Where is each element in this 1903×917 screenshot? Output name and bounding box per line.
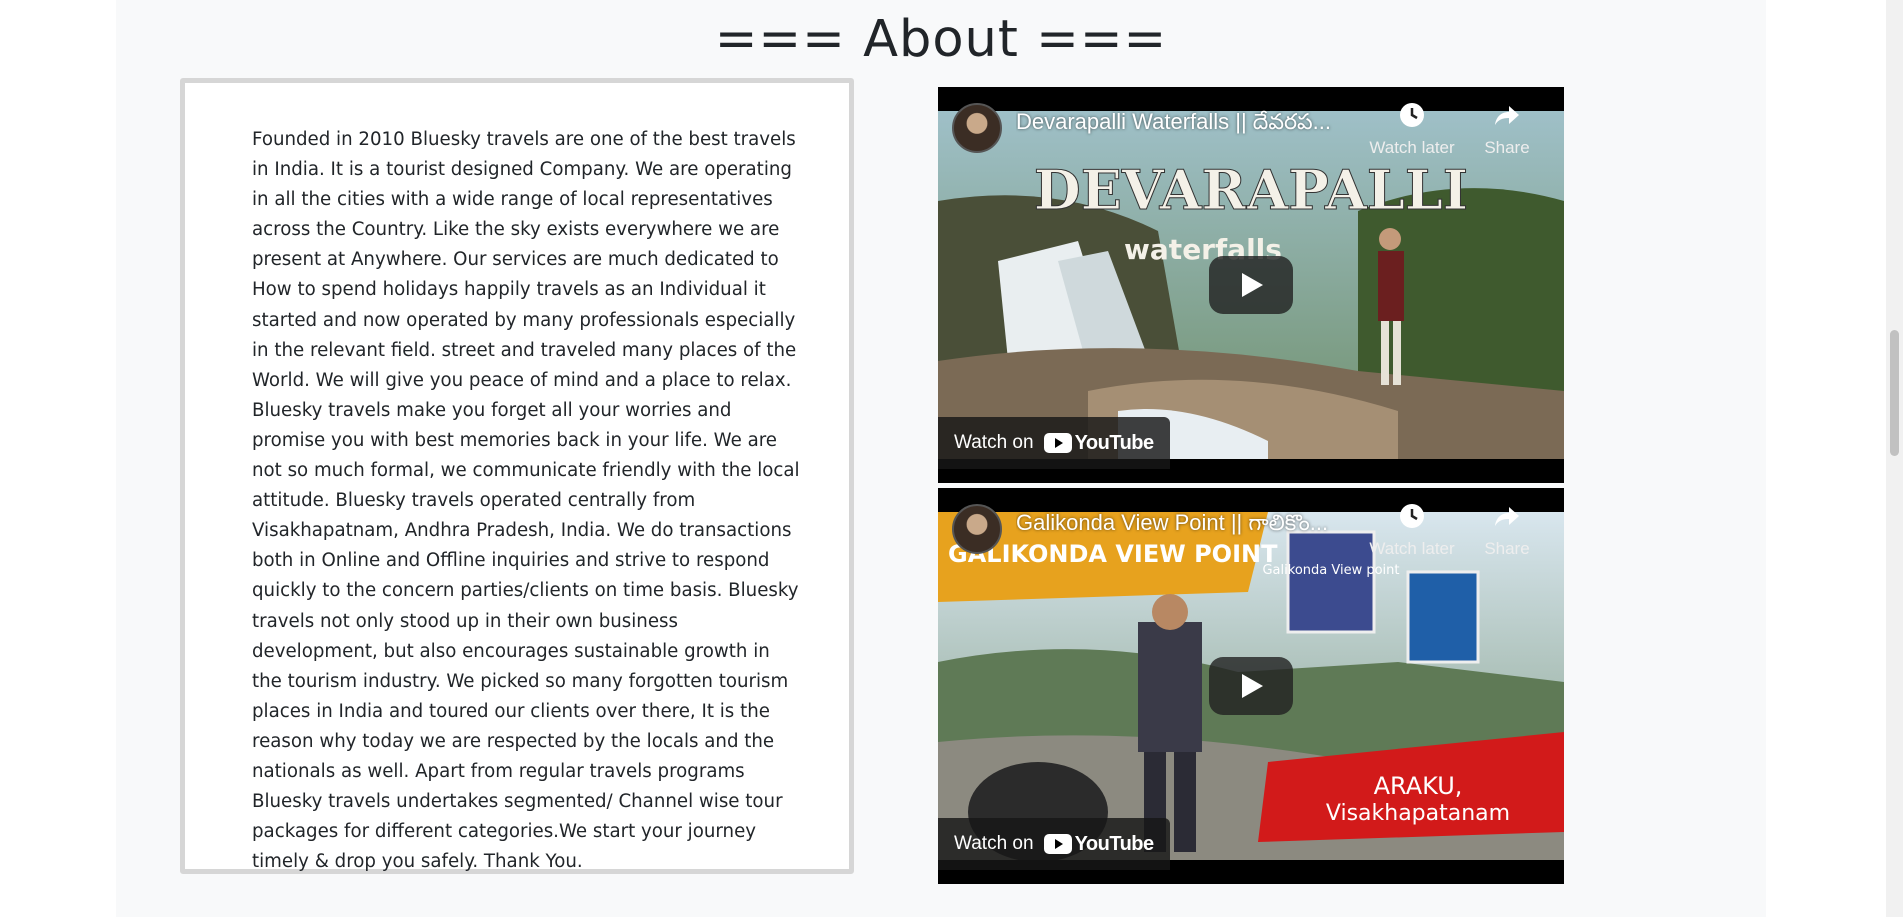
clock-icon [1362,101,1462,134]
scrollbar-thumb[interactable] [1890,330,1899,456]
page-scrollbar[interactable] [1886,0,1903,917]
share-icon [1474,101,1540,134]
about-card: Founded in 2010 Bluesky travels are one … [180,78,854,874]
play-button[interactable] [1209,657,1293,715]
youtube-wordmark: YouTube [1074,431,1155,454]
youtube-play-icon [1043,433,1072,453]
watch-later-label: Watch later [1369,138,1455,157]
watch-on-youtube-link[interactable]: Watch on YouTube [938,417,1170,469]
section-title: === About === [714,10,1168,69]
thumb-headline: DEVARAPALLI [1034,158,1468,222]
watch-on-label: Watch on [954,432,1034,453]
share-icon [1474,502,1540,535]
youtube-play-icon [1043,834,1072,854]
watch-later-button[interactable]: Watch later [1362,101,1462,158]
clock-icon [1362,502,1462,535]
video-embed-devarapalli[interactable]: DEVARAPALLI waterfalls Devarapalli Water… [938,87,1564,483]
thumb-location-2: Visakhapatanam [1326,801,1510,826]
sign-text: Galikonda View point [1262,563,1399,578]
watch-on-label: Watch on [954,833,1034,854]
about-text: Founded in 2010 Bluesky travels are one … [252,129,800,873]
thumb-headline: GALIKONDA VIEW POINT [948,540,1278,568]
video-embed-galikonda[interactable]: Galikonda View point GALIKONDA VIEW POIN… [938,488,1564,884]
share-button[interactable]: Share [1474,101,1540,158]
about-section: === About === Founded in 2010 Bluesky tr… [116,0,1766,917]
share-label: Share [1484,138,1530,157]
thumb-location-1: ARAKU, [1374,772,1463,800]
watch-on-youtube-link[interactable]: Watch on YouTube [938,818,1170,870]
share-button[interactable]: Share [1474,502,1540,559]
play-button[interactable] [1209,256,1293,314]
channel-avatar[interactable] [952,504,1002,554]
watch-later-button[interactable]: Watch later [1362,502,1462,559]
video-title[interactable]: Galikonda View Point || గాలికొం... [1016,510,1376,541]
youtube-wordmark: YouTube [1074,832,1155,855]
video-title[interactable]: Devarapalli Waterfalls || దేవరప... [1016,109,1376,140]
youtube-logo: YouTube [1043,832,1155,856]
channel-avatar[interactable] [952,103,1002,153]
share-label: Share [1484,539,1530,558]
youtube-logo: YouTube [1043,431,1155,455]
watch-later-label: Watch later [1369,539,1455,558]
